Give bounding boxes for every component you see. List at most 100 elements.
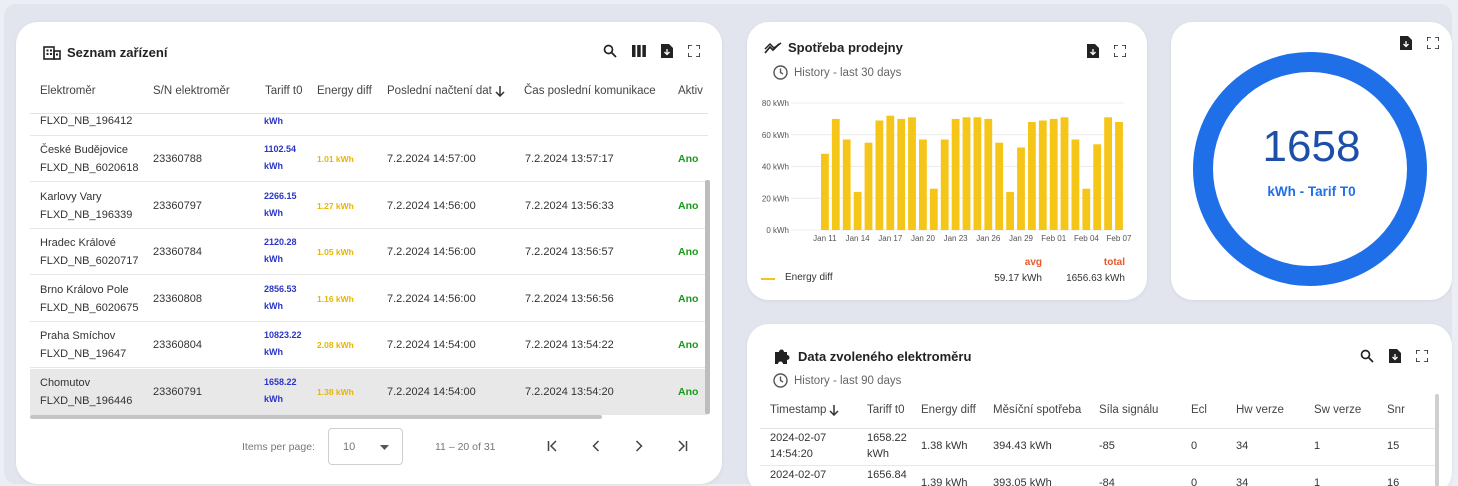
bar[interactable]: [908, 117, 916, 230]
serial-number: 23360784: [153, 246, 202, 258]
last-communication: 7.2.2024 13:54:20: [525, 385, 614, 398]
serial-number: 23360804: [153, 339, 202, 351]
fullscreen-icon[interactable]: [1114, 45, 1126, 57]
bar[interactable]: [1093, 144, 1102, 230]
bar[interactable]: [1104, 117, 1112, 230]
column-header-sn[interactable]: S/N elektroměr: [153, 85, 230, 97]
legend-label: Energy diff: [785, 272, 833, 283]
bar[interactable]: [962, 117, 971, 230]
bar[interactable]: [842, 139, 851, 231]
bar[interactable]: [1017, 147, 1025, 231]
x-tick-label: Jan 14: [846, 234, 871, 243]
vertical-scrollbar[interactable]: [1435, 394, 1439, 486]
bar[interactable]: [1049, 118, 1058, 230]
clock-icon: [773, 373, 788, 388]
selected-meter-header: Data zvoleného elektroměru: [774, 347, 971, 365]
bar[interactable]: [875, 120, 884, 231]
last-communication: 7.2.2024 13:57:17: [525, 153, 614, 165]
table-row[interactable]: Karlovy Vary FLXD_NB_196339 23360797 2266.1…: [30, 183, 708, 229]
column-header-hw[interactable]: Hw verze: [1236, 404, 1284, 416]
bar[interactable]: [995, 142, 1004, 230]
column-header-tariff[interactable]: Tariff t0: [867, 404, 905, 416]
export-file-icon[interactable]: [661, 44, 673, 58]
device-list-title: Seznam zařízení: [67, 44, 168, 60]
bar[interactable]: [919, 139, 927, 231]
consumption-bar-chart: 0 kWh 20 kWh 40 kWh 60 kWh 80 kWh Jan 11 Jan 1…: [762, 99, 1132, 243]
vertical-scrollbar[interactable]: [705, 180, 710, 414]
bar[interactable]: [864, 142, 873, 230]
bar[interactable]: [940, 139, 949, 231]
column-header-sw[interactable]: Sw verze: [1314, 404, 1361, 416]
bar[interactable]: [897, 118, 906, 230]
bar[interactable]: [1060, 117, 1069, 230]
search-icon[interactable]: [603, 44, 617, 58]
x-tick-label: Jan 26: [976, 234, 1001, 243]
x-tick-label: Jan 17: [878, 234, 903, 243]
bar[interactable]: [886, 115, 895, 230]
bar[interactable]: [1028, 122, 1036, 230]
column-header-ecl[interactable]: Ecl: [1191, 404, 1207, 416]
tariff-unit: kWh: [264, 161, 283, 171]
export-file-icon[interactable]: [1389, 349, 1401, 363]
columns-icon[interactable]: [632, 45, 646, 57]
total-value: 1656.63 kWh: [1066, 273, 1125, 284]
bar[interactable]: [951, 118, 960, 230]
column-header-timestamp[interactable]: Timestamp: [770, 404, 839, 416]
active-status: Ano: [678, 246, 699, 258]
column-header-last-read[interactable]: Poslední načtení dat: [387, 85, 505, 97]
table-row[interactable]: 2024-02-07 14:54:20 1658.22 kWh 1.38 kWh…: [760, 429, 1435, 466]
gauge-card: 1658 kWh - Tarif T0: [1171, 22, 1452, 300]
bar[interactable]: [929, 188, 938, 230]
column-header-energy-diff[interactable]: Energy diff: [317, 85, 372, 97]
device-city: Karlovy Vary: [40, 190, 102, 203]
bar[interactable]: [1115, 122, 1123, 230]
bar[interactable]: [973, 117, 982, 230]
table-row[interactable]: 2024-02-07 1656.84 1.39 kWh 393.05 kWh -…: [760, 466, 1435, 486]
timestamp-time: 14:54:20: [770, 448, 813, 460]
timestamp-date: 2024-02-07: [770, 469, 827, 481]
column-header-snr[interactable]: Snr: [1387, 404, 1405, 416]
table-row[interactable]: Brno Královo Pole FLXD_NB_6020675 23360808…: [30, 276, 708, 322]
table-row[interactable]: Hradec Králové FLXD_NB_6020717 23360784 212…: [30, 229, 708, 275]
ecl-value: 0: [1191, 477, 1198, 486]
page-size-select[interactable]: 10: [328, 428, 403, 465]
table-row[interactable]: Chomutov FLXD_NB_196446 23360791 1658.22 kWh…: [30, 368, 708, 415]
bar[interactable]: [984, 118, 993, 230]
sort-down-icon: [829, 404, 839, 416]
column-header-last-comm[interactable]: Čas poslední komunikace: [524, 85, 656, 97]
column-header-monthly[interactable]: Měsíční spotřeba: [993, 404, 1081, 416]
bar[interactable]: [1038, 120, 1047, 231]
device-name: FLXD_NB_19647: [40, 348, 127, 360]
fullscreen-icon[interactable]: [1416, 350, 1428, 362]
consumption-toolbar: [1087, 44, 1126, 58]
bar[interactable]: [1071, 139, 1080, 231]
export-file-icon[interactable]: [1087, 44, 1099, 58]
fullscreen-icon[interactable]: [688, 45, 700, 57]
search-icon[interactable]: [1360, 349, 1374, 363]
energy-diff: 2.08 kWh: [317, 340, 354, 350]
bar[interactable]: [1006, 191, 1014, 230]
tariff-value: 10823.22: [264, 330, 302, 340]
bar[interactable]: [831, 118, 840, 230]
column-header-energy-diff[interactable]: Energy diff: [921, 404, 976, 416]
previous-page-icon[interactable]: [592, 440, 600, 452]
bar[interactable]: [821, 153, 829, 230]
items-per-page-label: Items per page:: [242, 441, 315, 453]
last-page-icon[interactable]: [676, 440, 688, 452]
last-read: 7.2.2024 14:56:00: [387, 292, 476, 305]
first-page-icon[interactable]: [547, 440, 559, 452]
next-page-icon[interactable]: [635, 440, 643, 452]
total-label: total: [1103, 257, 1125, 268]
active-status: Ano: [678, 199, 699, 212]
table-row[interactable]: České Budějovice FLXD_NB_6020618 23360788 1…: [30, 136, 708, 182]
horizontal-scrollbar[interactable]: [30, 415, 602, 419]
active-status: Ano: [678, 153, 699, 165]
column-header-tariff[interactable]: Tariff t0: [265, 85, 303, 97]
column-header-meter[interactable]: Elektroměr: [40, 85, 96, 97]
table-row[interactable]: Praha Smíchov FLXD_NB_19647 23360804 10823.…: [30, 322, 708, 368]
bar[interactable]: [1082, 188, 1091, 230]
table-row-partial[interactable]: FLXD_NB_196412 kWh: [30, 114, 708, 136]
bar[interactable]: [853, 191, 862, 230]
column-header-active[interactable]: Aktiv: [678, 85, 703, 97]
column-header-signal[interactable]: Síla signálu: [1099, 404, 1158, 416]
